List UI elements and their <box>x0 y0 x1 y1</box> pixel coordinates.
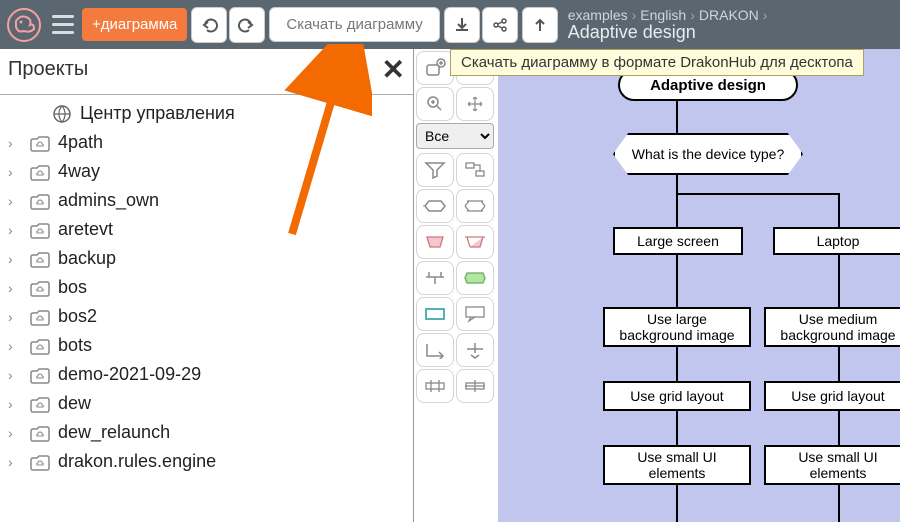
chevron-right-icon[interactable]: › <box>8 135 22 151</box>
breadcrumb-part[interactable]: DRAKON <box>699 7 759 23</box>
shape-hex-bar[interactable] <box>456 189 494 223</box>
undo-button[interactable] <box>191 7 227 43</box>
cloud-folder-icon <box>28 452 52 472</box>
sidebar-item[interactable]: › admins_own <box>0 186 413 215</box>
shape-filter[interactable] <box>416 153 454 187</box>
flow-step[interactable]: Use grid layout <box>764 381 900 411</box>
sidebar-item-label: bots <box>58 335 92 356</box>
globe-icon <box>50 104 74 124</box>
sidebar-item[interactable]: › aretevt <box>0 215 413 244</box>
sidebar-item[interactable]: › backup <box>0 244 413 273</box>
tool-pan[interactable] <box>456 87 494 121</box>
sidebar-item-label: drakon.rules.engine <box>58 451 216 472</box>
cloud-folder-icon <box>28 423 52 443</box>
shape-cross-h[interactable] <box>416 369 454 403</box>
cloud-folder-icon <box>28 162 52 182</box>
sidebar-item-label: bos2 <box>58 306 97 327</box>
diagram-canvas[interactable]: Adaptive design What is the device type?… <box>498 49 900 522</box>
add-diagram-button[interactable]: +диаграмма <box>82 8 187 41</box>
shape-green[interactable] <box>456 261 494 295</box>
shape-hex-left[interactable] <box>416 189 454 223</box>
shape-cross-h2[interactable] <box>456 369 494 403</box>
sidebar-item-label: demo-2021-09-29 <box>58 364 201 385</box>
chevron-right-icon[interactable]: › <box>8 396 22 412</box>
shape-l-connector[interactable] <box>416 333 454 367</box>
flow-branch-header[interactable]: Laptop <box>773 227 900 255</box>
chevron-right-icon[interactable]: › <box>8 193 22 209</box>
shape-trap-pink[interactable] <box>416 225 454 259</box>
sidebar-item-label: 4path <box>58 132 103 153</box>
filter-select[interactable]: Все <box>416 123 494 149</box>
flow-step[interactable]: Use large background image <box>603 307 751 347</box>
sidebar-item[interactable]: › dew_relaunch <box>0 418 413 447</box>
shape-branch[interactable] <box>456 153 494 187</box>
flow-step[interactable]: Use medium background image <box>764 307 900 347</box>
sidebar-title: Проекты <box>8 58 88 81</box>
sidebar-item-label: aretevt <box>58 219 113 240</box>
chevron-right-icon[interactable]: › <box>8 425 22 441</box>
chevron-right-icon[interactable]: › <box>8 251 22 267</box>
tool-zoom-in[interactable] <box>416 87 454 121</box>
chevron-right-icon[interactable]: › <box>8 222 22 238</box>
flow-branch-header[interactable]: Large screen <box>613 227 743 255</box>
breadcrumb-part[interactable]: examples <box>568 7 628 23</box>
shape-trap-pink2[interactable] <box>456 225 494 259</box>
logo[interactable] <box>4 5 44 45</box>
close-icon[interactable]: ✕ <box>382 53 405 86</box>
sidebar-item-label: backup <box>58 248 116 269</box>
flow-step[interactable]: Use small UI elements <box>764 445 900 485</box>
flow-question[interactable]: What is the device type? <box>613 133 803 175</box>
sidebar-item[interactable]: › bos2 <box>0 302 413 331</box>
chevron-right-icon[interactable]: › <box>8 280 22 296</box>
flow-step[interactable]: Use small UI elements <box>603 445 751 485</box>
tool-add-node[interactable] <box>416 51 454 85</box>
shape-connector[interactable] <box>416 261 454 295</box>
cloud-folder-icon <box>28 191 52 211</box>
cloud-folder-icon <box>28 220 52 240</box>
menu-burger[interactable] <box>48 10 78 40</box>
shape-arrow-down[interactable] <box>456 333 494 367</box>
chevron-right-icon[interactable]: › <box>8 309 22 325</box>
shape-rect-teal[interactable] <box>416 297 454 331</box>
chevron-right-icon[interactable]: › <box>8 338 22 354</box>
cloud-folder-icon <box>28 278 52 298</box>
cloud-folder-icon <box>28 394 52 414</box>
upload-button[interactable] <box>522 7 558 43</box>
sidebar-item[interactable]: › bots <box>0 331 413 360</box>
sidebar-item[interactable]: Центр управления <box>0 99 413 128</box>
cloud-folder-icon <box>28 133 52 153</box>
chevron-right-icon[interactable]: › <box>8 367 22 383</box>
breadcrumb: examples› English› DRAKON› <box>568 7 768 23</box>
chevron-right-icon[interactable]: › <box>8 164 22 180</box>
chevron-right-icon[interactable]: › <box>8 454 22 470</box>
share-button[interactable] <box>482 7 518 43</box>
download-diagram-button[interactable]: Скачать диаграмму <box>269 7 439 42</box>
page-title: Adaptive design <box>568 22 768 43</box>
tooltip: Скачать диаграмму в формате DrakonHub дл… <box>450 49 864 76</box>
flow-step[interactable]: Use grid layout <box>603 381 751 411</box>
cloud-folder-icon <box>28 249 52 269</box>
sidebar-item-label: 4way <box>58 161 100 182</box>
sidebar-item-label: dew <box>58 393 91 414</box>
download-icon-button[interactable] <box>444 7 480 43</box>
breadcrumb-part[interactable]: English <box>640 7 686 23</box>
sidebar-item-label: bos <box>58 277 87 298</box>
shape-callout[interactable] <box>456 297 494 331</box>
cloud-folder-icon <box>28 307 52 327</box>
cloud-folder-icon <box>28 365 52 385</box>
sidebar-item[interactable]: › 4way <box>0 157 413 186</box>
redo-button[interactable] <box>229 7 265 43</box>
sidebar-item-label: dew_relaunch <box>58 422 170 443</box>
sidebar-item-label: admins_own <box>58 190 159 211</box>
sidebar-item[interactable]: › 4path <box>0 128 413 157</box>
sidebar-item[interactable]: › bos <box>0 273 413 302</box>
cloud-folder-icon <box>28 336 52 356</box>
sidebar-item[interactable]: › drakon.rules.engine <box>0 447 413 476</box>
sidebar-item[interactable]: › dew <box>0 389 413 418</box>
sidebar-item-label: Центр управления <box>80 103 235 124</box>
sidebar-item[interactable]: › demo-2021-09-29 <box>0 360 413 389</box>
